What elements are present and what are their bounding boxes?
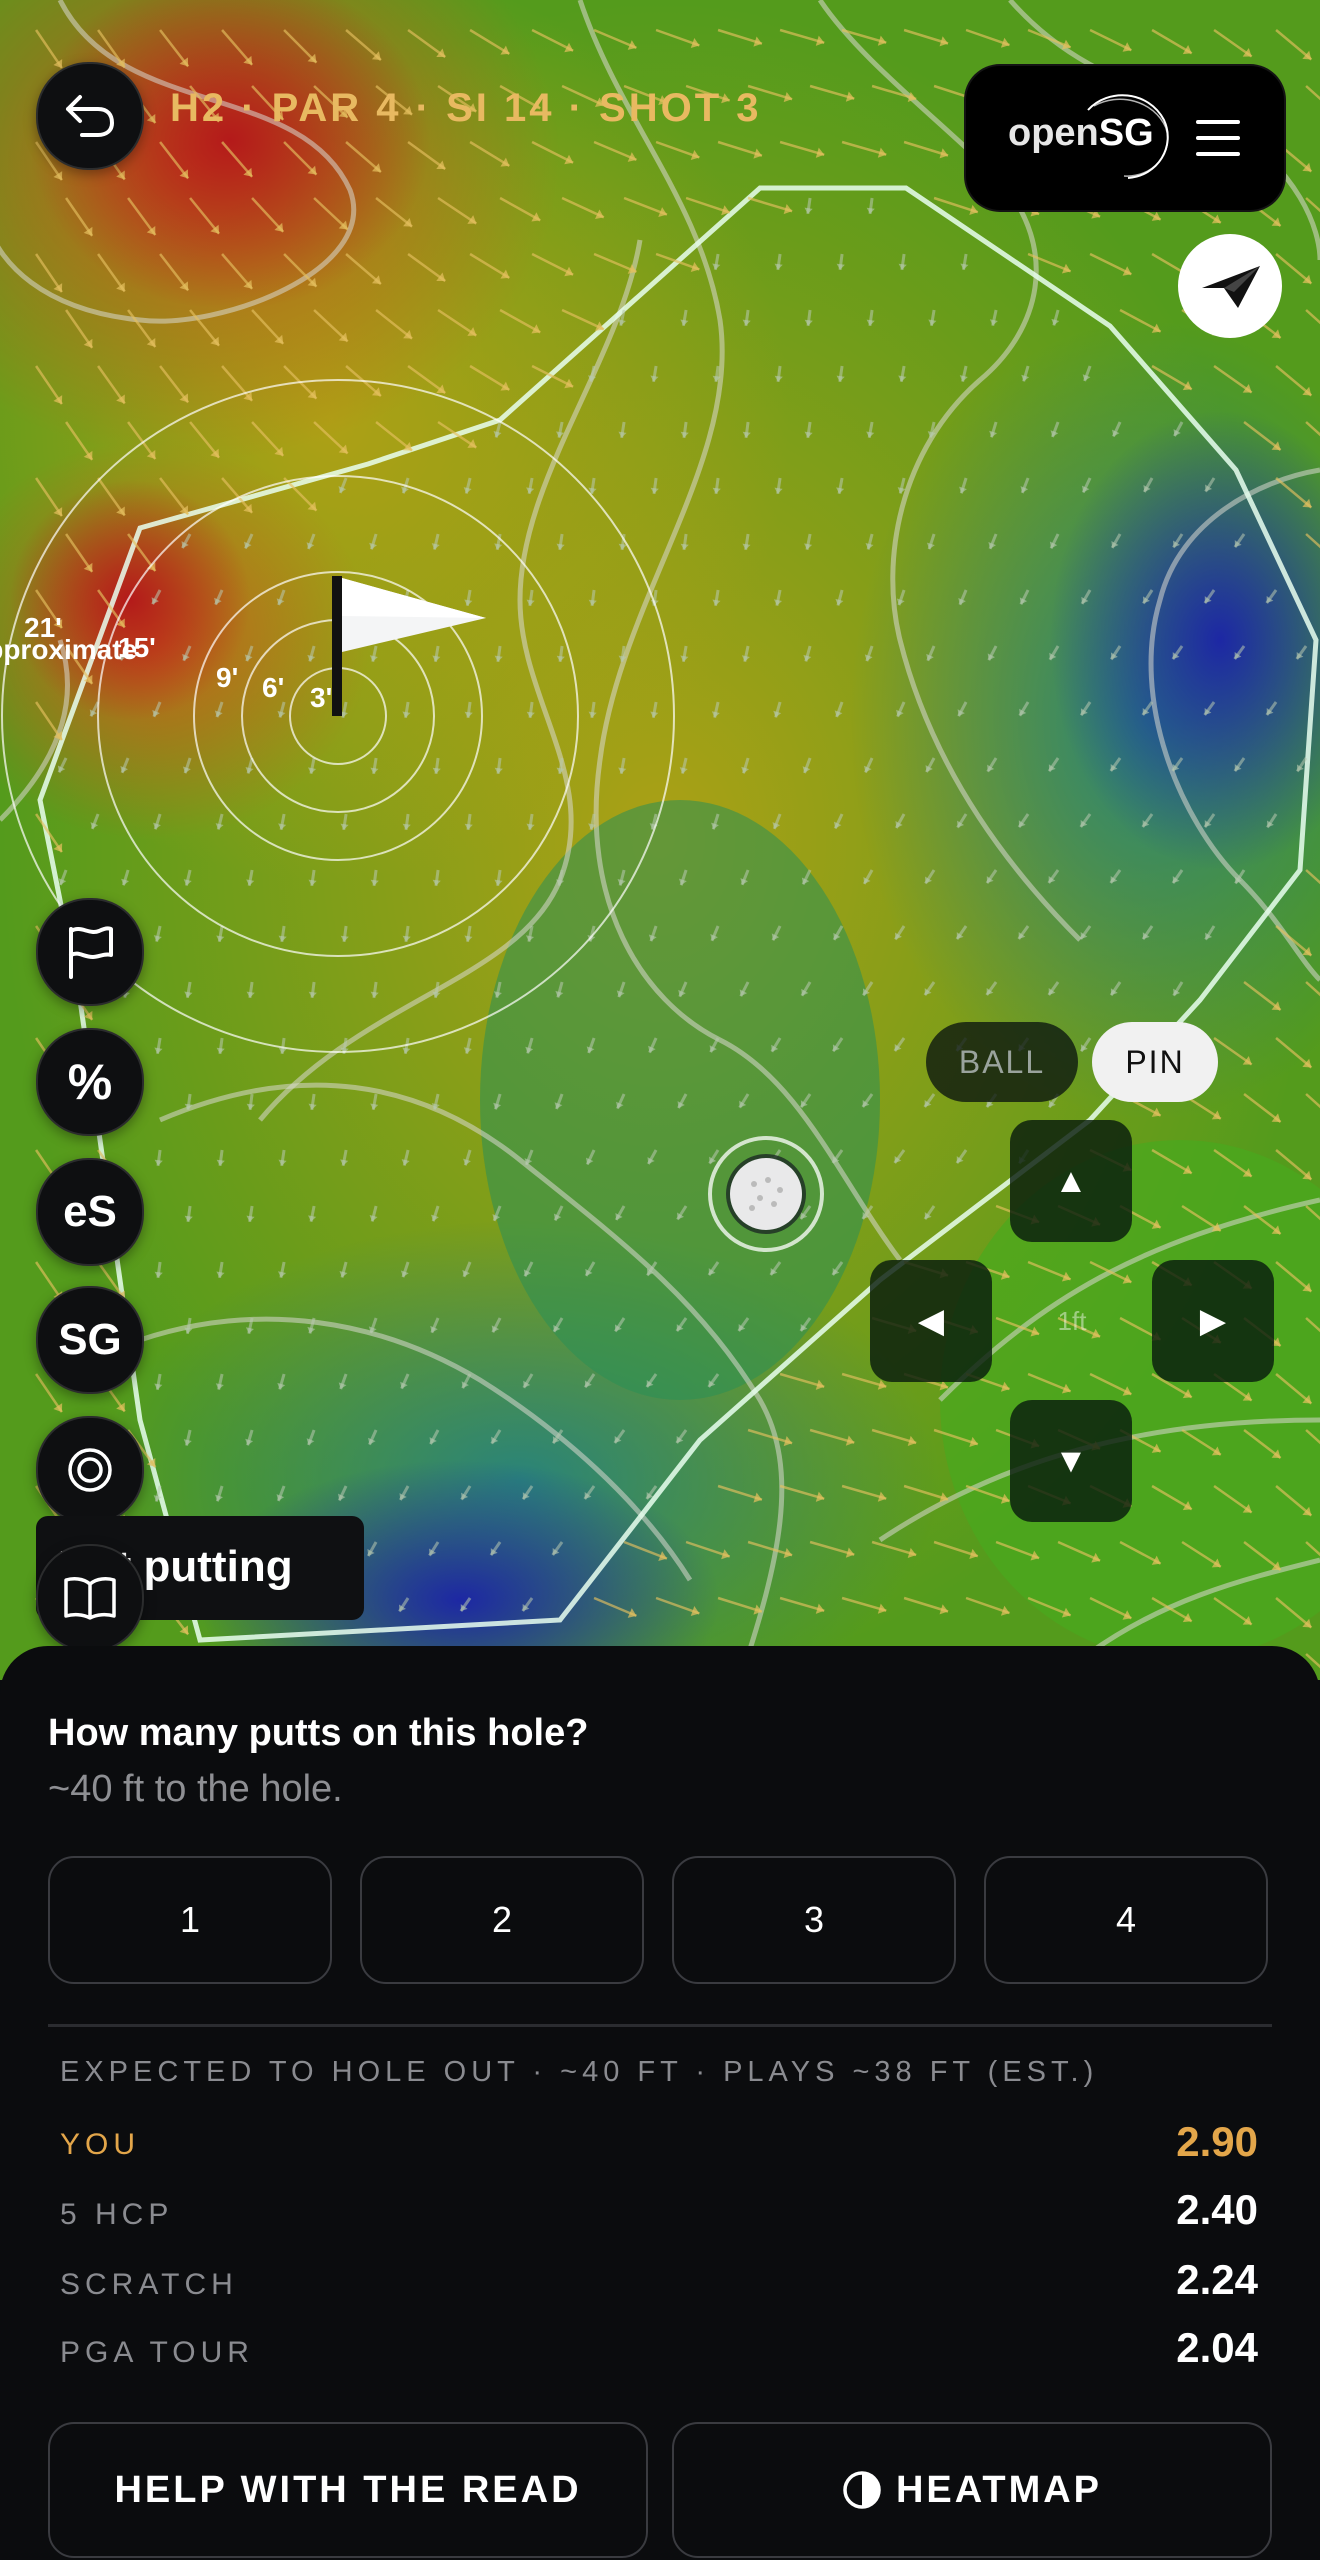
approximate-label: Approximate (0, 634, 138, 665)
putts-option-1[interactable]: 1 (48, 1856, 332, 1984)
target-tool-button[interactable] (36, 1416, 144, 1524)
expected-5hcp-label: 5 HCP (60, 2198, 174, 2231)
pin-flag-icon[interactable] (326, 576, 496, 726)
expected-scratch-label: SCRATCH (60, 2268, 238, 2301)
sg-tool-button[interactable]: SG (36, 1286, 144, 1394)
question-subtitle: ~40 ft to the hole. (48, 1768, 343, 1810)
expected-you-label: YOU (60, 2128, 141, 2161)
nudge-left-button[interactable]: ◀ (870, 1260, 992, 1382)
es-label: eS (63, 1187, 117, 1236)
nudge-down-button[interactable]: ▼ (1010, 1400, 1132, 1522)
heatmap-label: HEATMAP (895, 2468, 1103, 2511)
hole-title: H2 · PAR 4 · SI 14 · SHOT 3 (170, 86, 762, 130)
menu-icon (1196, 120, 1240, 124)
menu-button[interactable] (1184, 106, 1252, 170)
ball-toggle[interactable]: BALL (926, 1022, 1078, 1102)
percent-tool-button[interactable]: % (36, 1028, 144, 1136)
menu-icon-line (1196, 152, 1240, 156)
divider (48, 2024, 1272, 2027)
putts-option-4[interactable]: 4 (984, 1856, 1268, 1984)
help-read-label: HELP WITH THE READ (114, 2468, 582, 2511)
ring-label-6ft: 6' (262, 672, 285, 703)
putts-option-3[interactable]: 3 (672, 1856, 956, 1984)
expected-pga-label: PGA TOUR (60, 2336, 254, 2369)
triangle-right-icon: ▶ (1199, 1302, 1227, 1340)
nudge-up-button[interactable]: ▲ (1010, 1120, 1132, 1242)
book-icon (64, 1577, 116, 1620)
expected-pga-value: 2.04 (1176, 2324, 1258, 2371)
paper-plane-icon (1202, 266, 1260, 308)
flag-icon (69, 926, 113, 979)
expected-scratch-value: 2.24 (1176, 2256, 1258, 2303)
brand-menu-box: openSG (964, 64, 1286, 212)
expected-header: EXPECTED TO HOLE OUT · ~40 FT · PLAYS ~3… (60, 2056, 1099, 2088)
putts-sheet: How many putts on this hole? ~40 ft to t… (0, 1646, 1320, 2560)
target-icon (68, 1448, 112, 1492)
brand-swoosh-icon (1087, 94, 1169, 179)
es-tool-button[interactable]: eS (36, 1158, 144, 1266)
putts-option-2[interactable]: 2 (360, 1856, 644, 1984)
triangle-left-icon: ◀ (917, 1302, 945, 1340)
triangle-up-icon: ▲ (1054, 1161, 1088, 1200)
back-button[interactable] (36, 62, 144, 170)
flag-tool-button[interactable] (36, 898, 144, 1006)
expected-you-value: 2.90 (1176, 2118, 1258, 2165)
contrast-icon (843, 2471, 881, 2509)
ball-marker[interactable] (706, 1134, 826, 1254)
nudge-unit-label: 1ft (1057, 1306, 1087, 1336)
undo-arrow-icon (66, 95, 114, 137)
menu-icon-line (1196, 136, 1240, 140)
ring-label-9ft: 9' (216, 662, 239, 693)
orientation-button[interactable] (1178, 234, 1282, 338)
help-read-button[interactable]: HELP WITH THE READ (48, 2422, 648, 2558)
nudge-right-button[interactable]: ▶ (1152, 1260, 1274, 1382)
percent-icon: % (67, 1054, 113, 1110)
question-title: How many putts on this hole? (48, 1712, 589, 1754)
book-tool-button[interactable] (36, 1544, 144, 1652)
heatmap-button[interactable]: HEATMAP (672, 2422, 1272, 2558)
sg-label: SG (58, 1315, 122, 1364)
pin-toggle[interactable]: PIN (1092, 1022, 1218, 1102)
triangle-down-icon: ▼ (1054, 1441, 1088, 1480)
expected-5hcp-value: 2.40 (1176, 2186, 1258, 2233)
